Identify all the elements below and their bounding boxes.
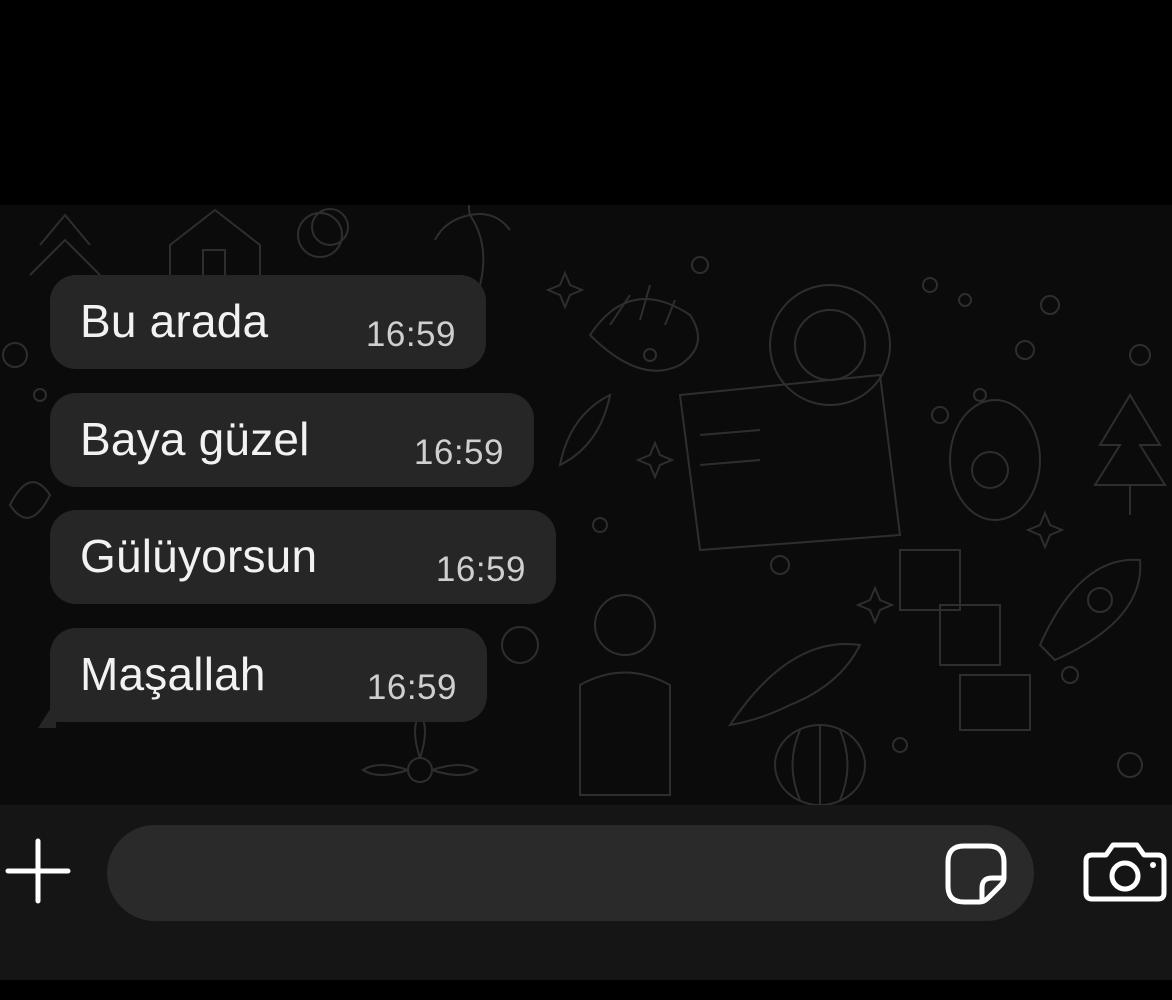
girl-doodle: [579, 594, 671, 796]
pumpkin-doodle: [774, 724, 866, 805]
message-text: Bu arada: [80, 295, 269, 347]
camera-icon: [1083, 842, 1167, 902]
picture-frame-doodle: [899, 549, 1031, 731]
sticker-icon: [945, 843, 1007, 905]
rocket-doodle: [1038, 558, 1142, 662]
message-list[interactable]: Bu arada 16:59 Baya güzel 16:59 Gülüyors…: [0, 205, 1172, 805]
flower-doodle: [361, 711, 479, 783]
attach-button[interactable]: [2, 835, 74, 907]
message-text: Gülüyorsun: [80, 530, 318, 582]
moon-doodle: [297, 208, 349, 258]
message-bubble[interactable]: Maşallah 16:59: [50, 628, 487, 722]
message-bubble[interactable]: Gülüyorsun 16:59: [50, 510, 556, 604]
house-doodle: [169, 208, 261, 281]
plant-doodle: [29, 213, 101, 276]
message-text: Baya güzel: [80, 413, 310, 465]
bubble-tail: [38, 700, 56, 728]
sticker-button[interactable]: [940, 838, 1012, 910]
avocado-doodle: [949, 399, 1041, 521]
message-bubble[interactable]: Baya güzel 16:59: [50, 393, 534, 487]
message-timestamp: 16:59: [435, 550, 526, 589]
message-bubble[interactable]: Bu arada 16:59: [50, 275, 486, 369]
plus-icon: [5, 838, 71, 904]
avatar-frame-doodle: [678, 284, 902, 552]
message-timestamp: 16:59: [366, 668, 457, 707]
fish-doodle: [727, 643, 862, 727]
sparkle-doodles: [545, 270, 1065, 625]
message-text: Maşallah: [80, 648, 266, 700]
camera-button[interactable]: [1082, 835, 1172, 907]
palm-doodle: [434, 205, 511, 286]
message-timestamp: 16:59: [413, 433, 504, 472]
chat-screen: Bu arada 16:59 Baya güzel 16:59 Gülüyors…: [0, 0, 1172, 1000]
message-input[interactable]: [107, 825, 1034, 921]
bottom-black-area: [0, 980, 1172, 1000]
top-black-area: [0, 0, 1172, 205]
message-timestamp: 16:59: [365, 315, 456, 354]
tree-doodle: [1093, 393, 1167, 515]
